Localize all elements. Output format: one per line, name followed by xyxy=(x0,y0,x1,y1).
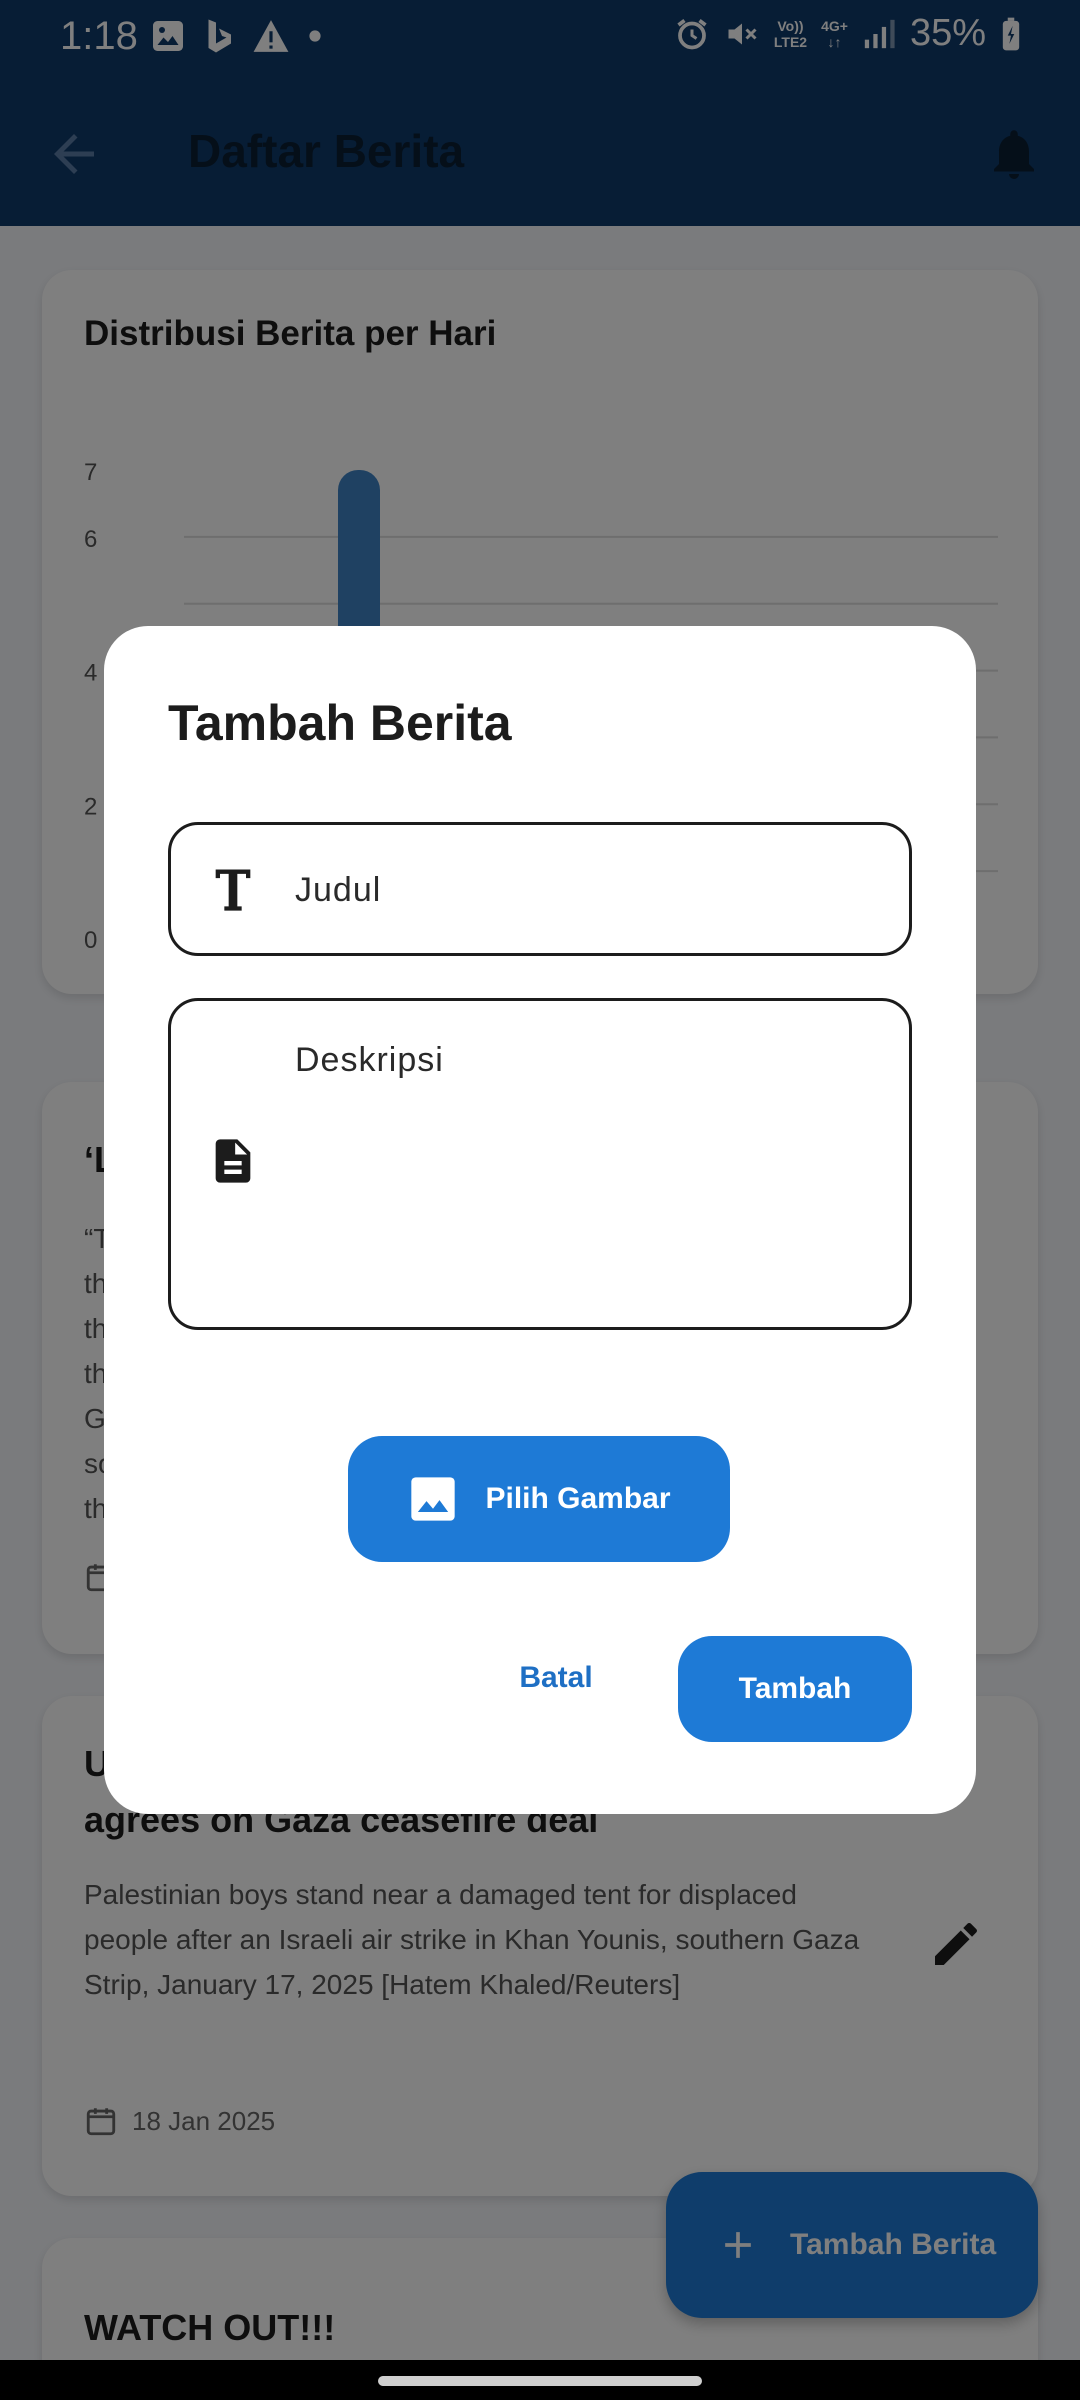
image-icon xyxy=(411,1477,456,1521)
description-input[interactable] xyxy=(295,1041,885,1291)
pick-image-button[interactable]: Pilih Gambar xyxy=(348,1436,730,1562)
title-input[interactable] xyxy=(295,867,885,913)
add-button[interactable]: Tambah xyxy=(678,1636,912,1742)
description-field[interactable] xyxy=(168,998,912,1330)
document-icon xyxy=(215,1139,251,1183)
pick-image-label: Pilih Gambar xyxy=(485,1482,671,1515)
dialog-title: Tambah Berita xyxy=(168,695,512,751)
system-nav-bar xyxy=(0,2360,1080,2400)
title-field[interactable] xyxy=(168,822,912,956)
add-news-dialog: Tambah Berita Pilih Gambar Batal Tambah xyxy=(104,626,976,1814)
home-gesture-handle[interactable] xyxy=(378,2376,702,2386)
title-text-icon xyxy=(215,869,251,911)
cancel-button[interactable]: Batal xyxy=(456,1638,656,1718)
